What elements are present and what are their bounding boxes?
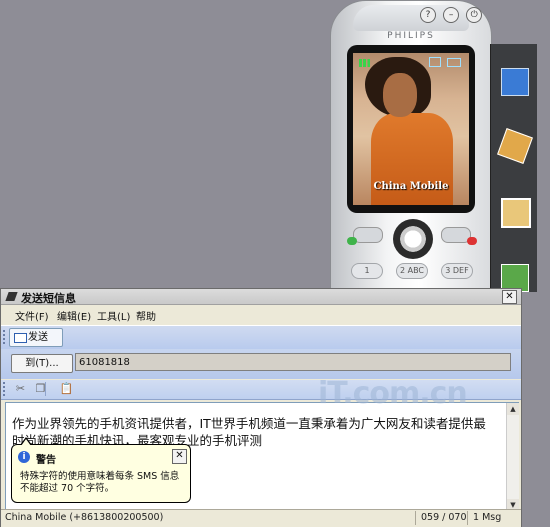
balloon-title: 警告 bbox=[36, 455, 56, 466]
paste-icon[interactable]: 📋 bbox=[59, 382, 74, 396]
status-char-count: 059 / 070 bbox=[421, 512, 467, 523]
message-icon bbox=[429, 57, 441, 67]
menu-bar: 文件(F) 编辑(E) 工具(L) 帮助 bbox=[1, 305, 521, 323]
mail-icon[interactable] bbox=[501, 68, 529, 96]
warning-balloon: i 警告 ✕ 特殊字符的使用意味着每条 SMS 信息不能超过 70 个字符。 bbox=[11, 437, 191, 503]
status-sender: China Mobile (+8613800200500) bbox=[5, 512, 164, 523]
menu-tools[interactable]: 工具(L) bbox=[97, 308, 130, 323]
phone-screen: China Mobile bbox=[353, 53, 469, 205]
recipient-bar: 到(T)... 61081818 bbox=[1, 349, 521, 379]
balloon-body: 特殊字符的使用意味着每条 SMS 信息不能超过 70 个字符。 bbox=[20, 471, 180, 494]
signal-icon bbox=[359, 59, 373, 67]
minimize-icon[interactable]: – bbox=[443, 7, 460, 23]
end-call-icon[interactable] bbox=[467, 237, 477, 245]
help-icon[interactable]: ? bbox=[420, 7, 436, 23]
title-bar: 发送短信息 ✕ bbox=[1, 289, 521, 305]
site-watermark: iT.com.cn bbox=[318, 376, 468, 411]
operator-name: China Mobile bbox=[373, 181, 449, 192]
status-msg-count: 1 Msg bbox=[473, 512, 502, 523]
envelope-icon bbox=[14, 333, 27, 343]
key-1[interactable]: 1 bbox=[351, 263, 383, 279]
key-3[interactable]: 3 DEF bbox=[441, 263, 473, 279]
toolbar-grip[interactable] bbox=[3, 382, 5, 397]
info-icon: i bbox=[18, 451, 30, 463]
menu-edit[interactable]: 编辑(E) bbox=[57, 308, 91, 323]
to-button[interactable]: 到(T)... bbox=[11, 354, 73, 373]
wallpaper-face bbox=[383, 73, 417, 117]
send-button[interactable]: 发送 bbox=[9, 328, 63, 347]
phone-brand: PHILIPS bbox=[387, 31, 435, 41]
battery-icon bbox=[447, 58, 461, 67]
window-title: 发送短信息 bbox=[21, 292, 76, 305]
balloon-tail-fill bbox=[21, 439, 31, 446]
left-soft-key[interactable] bbox=[353, 227, 383, 243]
call-icon[interactable] bbox=[347, 237, 357, 245]
key-2[interactable]: 2 ABC bbox=[396, 263, 428, 279]
close-button[interactable]: ✕ bbox=[502, 290, 517, 304]
pencil-icon bbox=[5, 292, 18, 301]
toolbar-grip[interactable] bbox=[3, 330, 5, 345]
phone-screen-bezel: China Mobile bbox=[347, 45, 475, 213]
side-panel bbox=[490, 44, 537, 292]
photo-icon[interactable] bbox=[501, 198, 531, 228]
navigation-dpad[interactable] bbox=[393, 219, 433, 259]
tools-icon[interactable] bbox=[497, 128, 533, 164]
vertical-scrollbar[interactable]: ▲ ▼ bbox=[506, 403, 519, 511]
balloon-close-button[interactable]: ✕ bbox=[172, 449, 187, 464]
menu-help[interactable]: 帮助 bbox=[136, 308, 156, 323]
send-label: 发送 bbox=[28, 332, 48, 343]
send-toolbar: 发送 bbox=[1, 325, 521, 350]
status-divider bbox=[415, 511, 416, 525]
cut-icon[interactable]: ✂ bbox=[13, 382, 28, 396]
phone-keypad: 1 2 ABC 3 DEF bbox=[343, 213, 479, 293]
recipient-field[interactable]: 61081818 bbox=[75, 353, 511, 371]
power-icon[interactable]: ⏻ bbox=[466, 7, 483, 23]
menu-file[interactable]: 文件(F) bbox=[15, 308, 49, 323]
phone-device: PHILIPS China Mobile 1 2 ABC 3 DEF bbox=[330, 0, 492, 294]
phone-top-buttons: ? – ⏻ bbox=[420, 2, 484, 23]
toolbar-separator bbox=[45, 382, 46, 396]
scroll-up-icon[interactable]: ▲ bbox=[507, 403, 519, 415]
status-bar: China Mobile (+8613800200500) 059 / 070 … bbox=[1, 509, 521, 527]
status-divider bbox=[467, 511, 468, 525]
